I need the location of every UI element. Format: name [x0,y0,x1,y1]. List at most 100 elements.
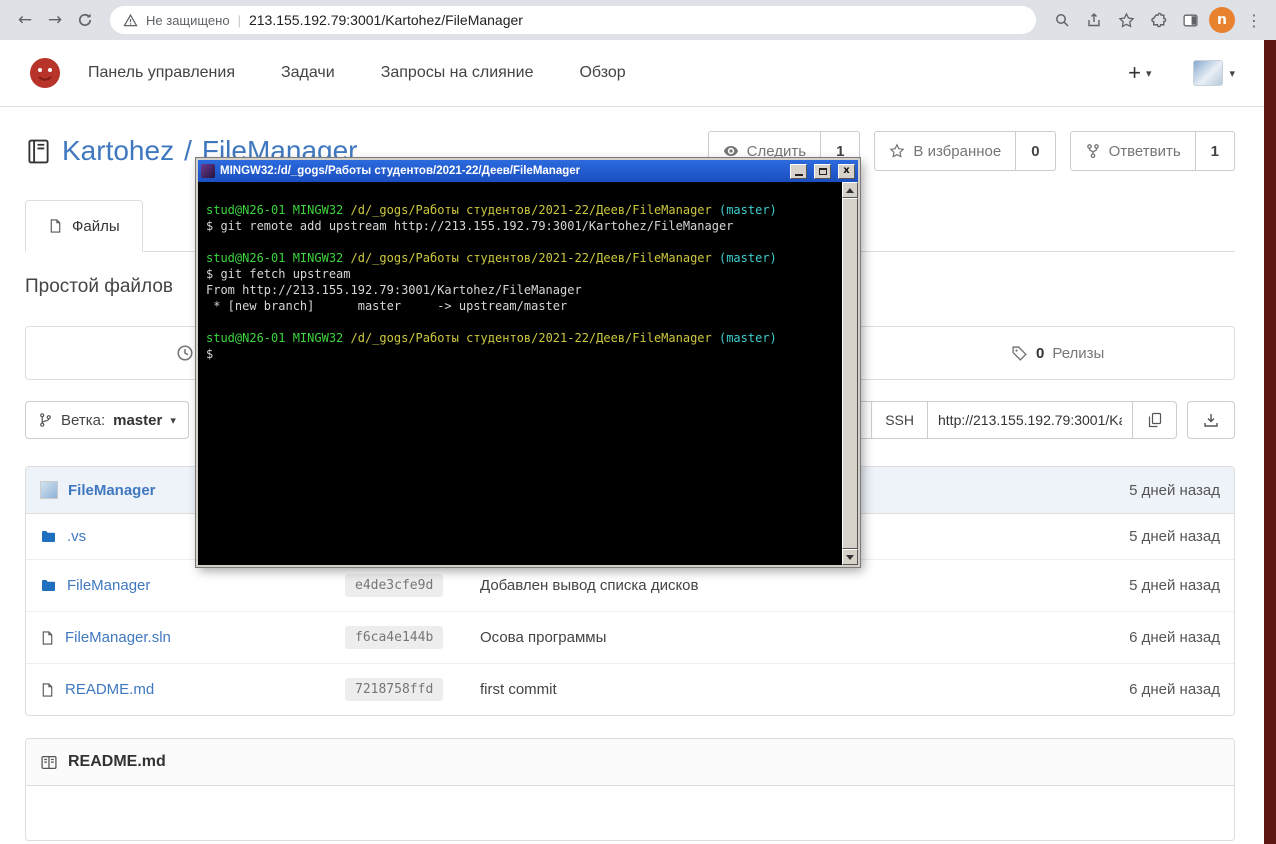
fork-icon [1086,144,1099,159]
row-age: 5 дней назад [1129,577,1220,594]
new-repo-dropdown[interactable]: + ▾ [1128,62,1151,84]
owner-link[interactable]: Kartohez [62,135,174,167]
watch-label: Следить [746,142,807,160]
minimize-button[interactable] [790,163,807,179]
tab-files[interactable]: Файлы [25,200,143,252]
plus-icon: + [1128,60,1141,85]
releases-count: 0 [1036,344,1045,362]
terminal-content[interactable]: stud@N26-01 MINGW32 /d/_gogs/Работы студ… [198,182,842,565]
readme-header: README.md [26,739,1234,786]
security-label: Не защищено [146,12,230,28]
file-link[interactable]: .vs [67,528,86,545]
scroll-thumb[interactable] [842,198,858,549]
file-link[interactable]: FileManager.sln [65,629,171,646]
nav-item-pull-requests[interactable]: Запросы на слияние [381,64,534,82]
copy-button[interactable] [1133,401,1177,439]
star-label: В избранное [913,142,1002,160]
maximize-icon [818,167,827,175]
file-link[interactable]: FileManager [67,577,150,594]
folder-icon [42,579,55,591]
gogs-logo[interactable] [28,56,62,90]
fork-count[interactable]: 1 [1195,131,1235,171]
navbar-right: + ▾ ▾ [1128,60,1235,86]
row-age: 5 дней назад [1129,528,1220,545]
back-icon: ← [17,10,33,30]
side-panel-button[interactable] [1174,5,1206,35]
reload-button[interactable] [70,5,100,35]
user-menu-dropdown[interactable]: ▾ [1193,60,1235,86]
terminal-line: $ [206,347,214,361]
maximize-button[interactable] [814,163,831,179]
close-button[interactable]: x [838,163,855,179]
path-separator: / [184,135,192,166]
scroll-down-button[interactable] [842,549,858,565]
download-button[interactable] [1187,401,1235,439]
zoom-button[interactable] [1046,5,1078,35]
file-icon [50,219,61,233]
clone-url-input[interactable] [928,401,1133,439]
terminal-scrollbar[interactable] [842,182,858,565]
tab-files-label: Файлы [72,217,120,235]
commit-hash-badge[interactable]: f6ca4e144b [345,626,444,649]
terminal-line: $ git fetch upstream [206,267,351,281]
nav-item-dashboard[interactable]: Панель управления [88,64,235,82]
not-secure-icon [123,13,138,26]
share-button[interactable] [1078,5,1110,35]
file-icon [42,682,53,697]
releases-stat[interactable]: 0 Релизы [881,327,1234,379]
terminal-line: stud@N26-01 MINGW32 /d/_gogs/Работы студ… [206,251,777,265]
ssh-button[interactable]: SSH [872,401,928,439]
row-age: 6 дней назад [1129,681,1220,698]
side-panel-icon [1182,14,1198,26]
address-bar[interactable]: Не защищено | 213.155.192.79:3001/Kartoh… [110,6,1036,34]
chevron-down-icon: ▾ [1145,67,1152,80]
profile-initial: n [1217,12,1227,28]
terminal-titlebar[interactable]: MINGW32:/d/_gogs/Работы студентов/2021-2… [198,160,858,182]
repo-book-icon [28,139,49,163]
commit-message: Добавлен вывод списка дисков [480,577,699,594]
file-icon [42,630,53,645]
avatar [40,481,58,499]
menu-button[interactable]: ⋮ [1238,5,1270,35]
star-outline-icon [1118,11,1134,28]
download-icon [1204,414,1218,427]
readme-title: README.md [68,753,166,770]
readme-book-icon [41,755,57,769]
star-button[interactable]: В избранное [874,131,1017,171]
forward-icon: → [47,10,63,30]
forward-button[interactable]: → [40,5,70,35]
bookmark-star-button[interactable] [1110,5,1142,35]
back-button[interactable]: ← [10,5,40,35]
eye-icon [723,146,738,156]
table-row: FileManager.sln f6ca4e144b Осова програм… [26,612,1234,664]
branch-select-button[interactable]: Ветка: master ▾ [25,401,189,439]
commit-hash-badge[interactable]: e4de3cfe9d [345,574,444,597]
nav-item-issues[interactable]: Задачи [281,64,335,82]
commit-hash-badge[interactable]: 7218758ffd [345,678,444,701]
file-link[interactable]: README.md [65,681,154,698]
fork-button[interactable]: Ответвить [1069,131,1196,171]
close-icon: x [843,165,850,176]
profile-button[interactable]: n [1206,5,1238,35]
terminal-line: stud@N26-01 MINGW32 /d/_gogs/Работы студ… [206,203,777,217]
history-clock-icon [177,345,193,361]
dots-vertical-icon: ⋮ [1246,10,1262,30]
puzzle-icon [1150,12,1166,27]
clone-controls: HTTP SSH [807,401,1235,439]
latest-commit-author[interactable]: FileManager [68,482,156,499]
chevron-down-icon: ▾ [170,414,176,427]
star-icon [889,143,905,158]
extensions-button[interactable] [1142,5,1174,35]
terminal-line: * [new branch] master -> upstream/master [206,299,568,313]
gogs-navbar: Панель управления Задачи Запросы на слия… [0,40,1276,107]
url-text: 213.155.192.79:3001/Kartohez/FileManager [248,12,523,28]
user-avatar [1193,60,1224,86]
terminal-line: From http://213.155.192.79:3001/Kartohez… [206,283,582,297]
terminal-title: MINGW32:/d/_gogs/Работы студентов/2021-2… [220,165,581,177]
scroll-up-button[interactable] [842,182,858,198]
minimize-icon [794,173,803,176]
star-count[interactable]: 0 [1016,131,1056,171]
nav-item-explore[interactable]: Обзор [579,64,625,82]
browser-chrome: ← → Не защищено | 213.155.192.79:3001/Ka… [0,0,1276,40]
